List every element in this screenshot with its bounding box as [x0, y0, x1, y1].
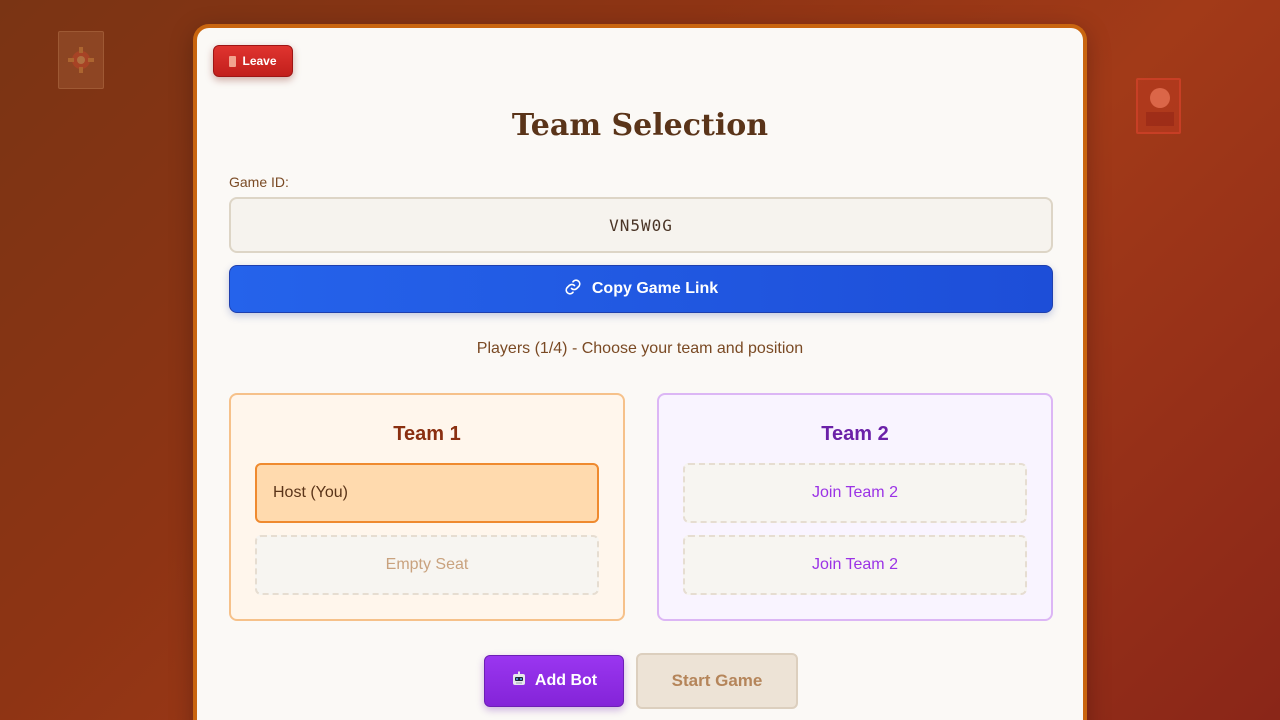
- team-1-seat-1-host[interactable]: Host (You): [255, 463, 599, 523]
- add-bot-button[interactable]: Add Bot: [484, 655, 624, 707]
- team-1-title: Team 1: [393, 423, 461, 445]
- leave-label: Leave: [242, 54, 277, 68]
- decorative-card-icon: [1136, 78, 1181, 134]
- team-1-panel: Team 1 Host (You) Empty Seat: [229, 393, 625, 621]
- robot-icon: [511, 671, 527, 692]
- team-selection-panel: Leave Team Selection Game ID: VN5W0G Cop…: [193, 24, 1087, 720]
- join-team-2-button-2[interactable]: Join Team 2: [683, 535, 1027, 595]
- join-team-2-button-1[interactable]: Join Team 2: [683, 463, 1027, 523]
- decorative-gear-icon: [58, 31, 104, 89]
- copy-game-link-label: Copy Game Link: [591, 280, 719, 297]
- team-1-seat-2-empty[interactable]: Empty Seat: [255, 535, 599, 595]
- start-game-button[interactable]: Start Game: [636, 653, 798, 709]
- add-bot-label: Add Bot: [534, 672, 598, 689]
- copy-game-link-button[interactable]: Copy Game Link: [229, 265, 1053, 313]
- team-2-title: Team 2: [821, 423, 889, 445]
- page-title: Team Selection: [511, 108, 769, 143]
- game-id-label: Game ID:: [229, 174, 289, 190]
- link-icon: [564, 278, 582, 301]
- team-2-panel: Team 2 Join Team 2 Join Team 2: [657, 393, 1053, 621]
- leave-button[interactable]: Leave: [213, 45, 293, 77]
- players-info-text: Players (1/4) - Choose your team and pos…: [476, 340, 804, 357]
- game-id-field[interactable]: VN5W0G: [229, 197, 1053, 253]
- door-icon: [229, 55, 237, 67]
